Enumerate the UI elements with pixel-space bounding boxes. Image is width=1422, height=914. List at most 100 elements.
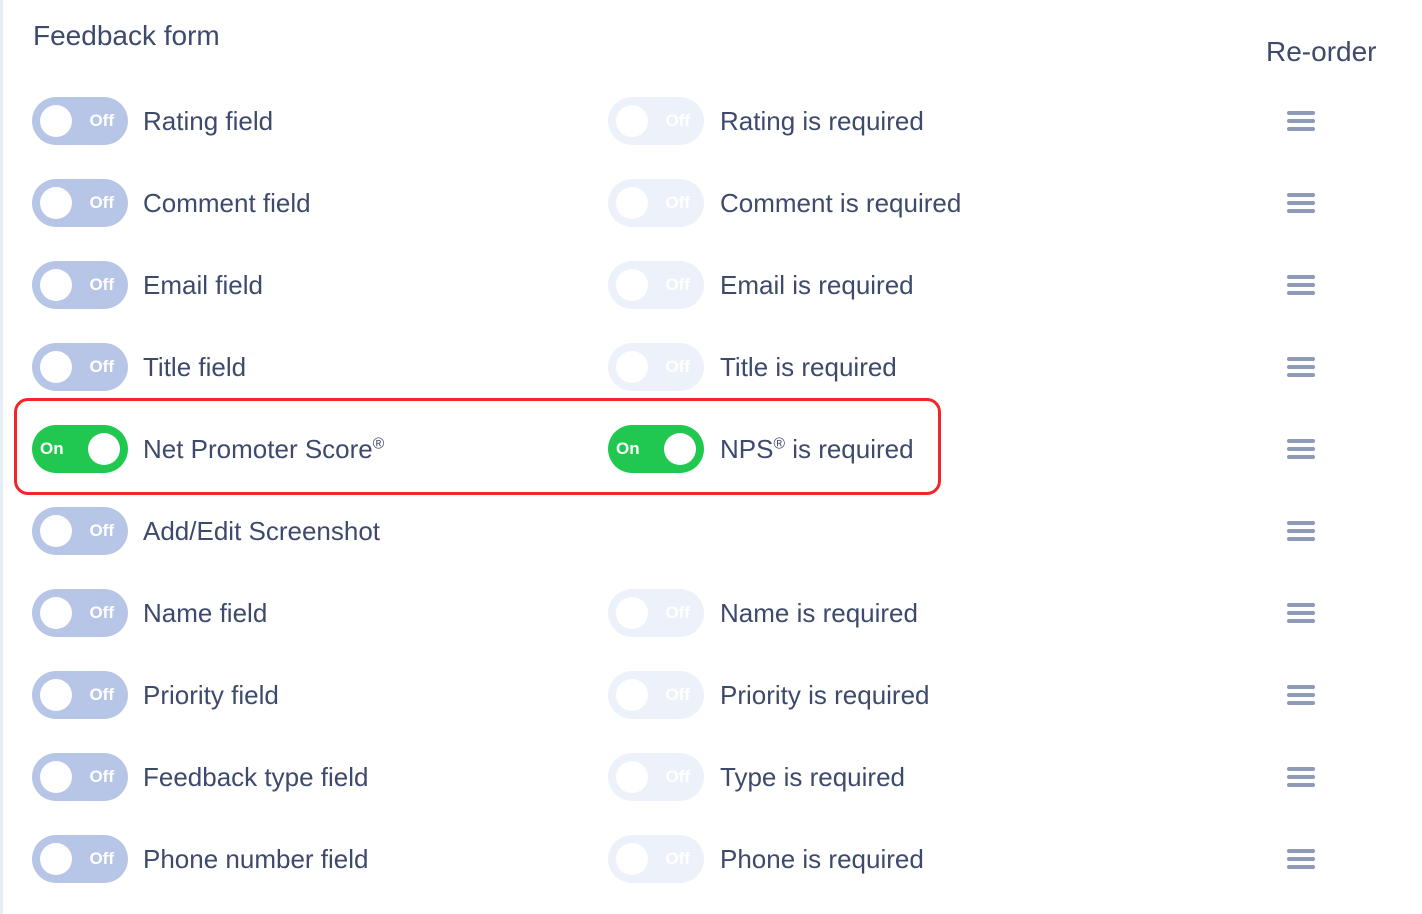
field-required-toggle[interactable]: Off: [608, 589, 704, 637]
field-row: Off Email field Off Email is required: [0, 261, 1422, 309]
drag-handle-icon[interactable]: [1287, 847, 1315, 871]
field-row: Off Comment field Off Comment is required: [0, 179, 1422, 227]
drag-handle-bar: [1287, 447, 1315, 451]
drag-handle-bar: [1287, 767, 1315, 771]
field-required-toggle[interactable]: Off: [608, 97, 704, 145]
field-label: Priority field: [143, 680, 279, 710]
field-row: Off Phone number field Off Phone is require…: [0, 835, 1422, 883]
required-label: Comment is required: [720, 188, 962, 218]
toggle-knob: [616, 105, 648, 137]
field-enabled-toggle[interactable]: Off: [32, 97, 128, 145]
drag-handle-bar: [1287, 693, 1315, 697]
field-enabled-toggle[interactable]: Off: [32, 753, 128, 801]
drag-handle-bar: [1287, 373, 1315, 377]
field-label: Title field: [143, 352, 247, 382]
toggle-state-label: Off: [89, 603, 114, 622]
toggle-knob: [88, 433, 120, 465]
field-required-toggle[interactable]: On: [608, 425, 704, 473]
toggle-state-label: Off: [89, 275, 114, 294]
toggle-knob: [40, 515, 72, 547]
field-required-toggle[interactable]: Off: [608, 671, 704, 719]
toggle-state-label: Off: [665, 111, 690, 130]
drag-handle-icon[interactable]: [1287, 765, 1315, 789]
field-label: Rating field: [143, 106, 274, 136]
toggle-state-label: Off: [89, 767, 114, 786]
field-label: Phone number field: [143, 844, 369, 874]
field-row: Off Rating field Off Rating is required: [0, 97, 1422, 145]
field-enabled-toggle[interactable]: On: [32, 425, 128, 473]
toggle-state-label: Off: [665, 767, 690, 786]
drag-handle-bar: [1287, 529, 1315, 533]
toggle-state-label: On: [616, 439, 640, 458]
field-enabled-toggle[interactable]: Off: [32, 589, 128, 637]
toggle-state-label: Off: [89, 685, 114, 704]
required-label: Phone is required: [720, 844, 924, 874]
toggle-knob: [616, 761, 648, 793]
toggle-state-label: Off: [665, 603, 690, 622]
toggle-knob: [40, 105, 72, 137]
toggle-state-label: Off: [665, 193, 690, 212]
toggle-knob: [616, 351, 648, 383]
field-enabled-toggle[interactable]: Off: [32, 343, 128, 391]
drag-handle-icon[interactable]: [1287, 355, 1315, 379]
drag-handle-icon[interactable]: [1287, 437, 1315, 461]
toggle-knob: [616, 597, 648, 629]
drag-handle-bar: [1287, 455, 1315, 459]
field-enabled-toggle[interactable]: Off: [32, 835, 128, 883]
toggle-state-label: On: [40, 439, 64, 458]
field-required-toggle[interactable]: Off: [608, 753, 704, 801]
toggle-state-label: Off: [665, 849, 690, 868]
drag-handle-icon[interactable]: [1287, 601, 1315, 625]
field-enabled-toggle[interactable]: Off: [32, 507, 128, 555]
toggle-knob: [40, 679, 72, 711]
toggle-state-label: Off: [89, 521, 114, 540]
required-label: Type is required: [720, 762, 905, 792]
field-row: Off Feedback type field Off Type is require…: [0, 753, 1422, 801]
drag-handle-icon[interactable]: [1287, 109, 1315, 133]
required-label: Title is required: [720, 352, 897, 382]
field-required-toggle[interactable]: Off: [608, 835, 704, 883]
required-label: Email is required: [720, 270, 914, 300]
toggle-state-label: Off: [89, 111, 114, 130]
required-label: Name is required: [720, 598, 918, 628]
field-label: Name field: [143, 598, 268, 628]
field-required-toggle[interactable]: Off: [608, 343, 704, 391]
toggle-state-label: Off: [665, 357, 690, 376]
toggle-knob: [616, 269, 648, 301]
field-required-toggle[interactable]: Off: [608, 179, 704, 227]
drag-handle-bar: [1287, 701, 1315, 705]
toggle-knob: [664, 433, 696, 465]
field-enabled-toggle[interactable]: Off: [32, 671, 128, 719]
drag-handle-icon[interactable]: [1287, 519, 1315, 543]
registered-mark: ®: [773, 435, 785, 453]
drag-handle-bar: [1287, 193, 1315, 197]
page-title: Feedback form: [33, 20, 220, 51]
drag-handle-bar: [1287, 119, 1315, 123]
drag-handle-icon[interactable]: [1287, 191, 1315, 215]
toggle-state-label: Off: [89, 849, 114, 868]
field-row: Off Title field Off Title is required: [0, 343, 1422, 391]
registered-mark: ®: [372, 435, 385, 453]
required-label: Priority is required: [720, 680, 930, 710]
toggle-state-label: Off: [89, 357, 114, 376]
toggle-state-label: Off: [665, 275, 690, 294]
drag-handle-bar: [1287, 783, 1315, 787]
drag-handle-icon[interactable]: [1287, 683, 1315, 707]
field-enabled-toggle[interactable]: Off: [32, 179, 128, 227]
field-label: Email field: [143, 270, 263, 300]
drag-handle-bar: [1287, 283, 1315, 287]
field-enabled-toggle[interactable]: Off: [32, 261, 128, 309]
drag-handle-bar: [1287, 685, 1315, 689]
field-required-toggle[interactable]: Off: [608, 261, 704, 309]
field-row: Off Name field Off Name is required: [0, 589, 1422, 637]
drag-handle-bar: [1287, 357, 1315, 361]
drag-handle-bar: [1287, 857, 1315, 861]
drag-handle-bar: [1287, 521, 1315, 525]
drag-handle-bar: [1287, 619, 1315, 623]
drag-handle-icon[interactable]: [1287, 273, 1315, 297]
field-label: Add/Edit Screenshot: [143, 516, 381, 546]
toggle-knob: [40, 269, 72, 301]
drag-handle-bar: [1287, 849, 1315, 853]
drag-handle-bar: [1287, 365, 1315, 369]
toggle-knob: [40, 761, 72, 793]
